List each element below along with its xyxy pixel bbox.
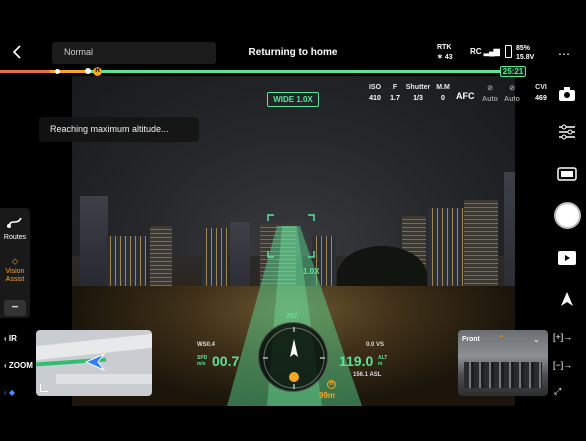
flight-mode-selector[interactable]: Normal [52, 42, 216, 64]
battery-icon [505, 45, 512, 58]
vision-assist-label-line2: Assist [5, 276, 25, 283]
compass-icon [263, 327, 325, 389]
zoom-out-icon[interactable]: [−]→ [553, 360, 572, 370]
aperture-value: 1.7 [390, 95, 400, 102]
focus-mode[interactable]: AFC [456, 91, 475, 101]
aperture-slash-icon: ⊘ [487, 85, 493, 92]
iso-param: ISO 410 [366, 84, 384, 102]
altitude-warning-toast: Reaching maximum altitude... [39, 117, 199, 142]
mini-map[interactable] [36, 330, 152, 396]
aperture-label: F [392, 84, 398, 91]
playback-icon[interactable] [555, 246, 579, 270]
collapse-view-icon[interactable]: ⌄ [533, 335, 540, 344]
speed-unit: m/s [197, 361, 206, 367]
rc-signal[interactable]: RC ▂▄▆ [470, 47, 500, 56]
rtk-label: RTK [437, 44, 452, 51]
auto-label-2: Auto [504, 96, 520, 103]
attitude-indicator [258, 322, 328, 392]
auto-setting-2[interactable]: ⊘ Auto [502, 84, 522, 103]
flight-direction-icon[interactable] [555, 288, 579, 312]
home-point-marker: H [93, 67, 102, 76]
more-tools-button[interactable]: ••• [4, 300, 26, 316]
more-menu-icon[interactable]: ⋯ [558, 47, 571, 61]
zoom-distance-marker: 1.0X [303, 267, 320, 276]
map-expand-icon[interactable] [40, 384, 48, 392]
flight-timer: 25:21 [500, 66, 526, 77]
rtk-status[interactable]: RTK ✶ 43 [437, 43, 453, 63]
heading-value: 257 [286, 313, 298, 320]
zoom-chevron-icon: ‹ [4, 361, 7, 370]
cvi-label: CVI [535, 84, 547, 91]
vision-assist-icon: ⬦ [11, 256, 19, 266]
battery-percent: 85% [516, 45, 531, 52]
routes-button[interactable]: Routes [2, 214, 28, 241]
battery-voltage: 15.8V [516, 54, 535, 61]
rtk-value: 43 [444, 54, 453, 61]
altitude-value: 119.0 [339, 353, 374, 369]
signal-bars-icon: ▂▄▆ [483, 47, 500, 56]
lens-zoom-tag[interactable]: WIDE 1.0X [267, 92, 319, 107]
ir-chevron-icon: ‹ [4, 334, 7, 343]
altitude-unit: m [378, 361, 383, 367]
back-arrow-icon[interactable] [10, 44, 24, 60]
home-distance: 99m [319, 391, 336, 400]
auto-setting-1[interactable]: ⊘ Auto [480, 84, 500, 103]
shutter-label: Shutter [405, 84, 431, 91]
zoom-label: ZOOM [8, 361, 33, 370]
vision-assist-button[interactable]: ⬦ Vision Assist [2, 256, 28, 283]
collapse-icon[interactable]: ⤢ [554, 386, 561, 397]
wb-slash-icon: ⊘ [509, 85, 515, 92]
obstacle-warning-icon: ⌃ [498, 334, 505, 343]
progress-marker [55, 69, 60, 74]
photo-format-icon[interactable] [555, 162, 579, 186]
flight-status: Returning to home [248, 47, 338, 58]
speed-value: 00.7 [212, 353, 240, 369]
shutter-value: 1/3 [413, 95, 423, 102]
top-bar: Normal Returning to home RTK ✶ 43 RC ▂▄▆… [0, 0, 586, 70]
altitude-label: ALT m [378, 355, 387, 367]
zoom-in-icon[interactable]: [+]→ [553, 332, 572, 342]
shutter-param: Shutter 1/3 [404, 84, 432, 102]
shutter-button[interactable] [554, 202, 581, 229]
ir-toggle[interactable]: ‹ IR [4, 334, 17, 343]
mm-value: 0 [441, 95, 445, 102]
routes-label: Routes [3, 234, 27, 241]
wind-speed: WS0.4 [197, 342, 216, 348]
map-road [56, 374, 152, 384]
front-obstacle-view[interactable]: Front ⌃ ⌄ [458, 330, 548, 396]
route-progress-remaining [90, 70, 500, 73]
front-view-city [464, 362, 542, 388]
location-toggle-icon[interactable]: ‹ ◆ [4, 388, 15, 397]
mm-param: M.M 0 [434, 84, 452, 102]
cvi-param[interactable]: CVI 469 [530, 84, 552, 102]
iso-value: 410 [369, 95, 381, 102]
battery-status[interactable]: 85% 15.8V [516, 44, 534, 62]
routes-icon [7, 217, 22, 228]
speed-label: SPD m/s [197, 355, 207, 367]
zoom-toggle[interactable]: ‹ ZOOM [4, 361, 33, 370]
mm-label: M.M [436, 84, 450, 91]
settings-sliders-icon[interactable] [555, 120, 579, 144]
progress-marker [85, 68, 91, 74]
front-view-label: Front [462, 336, 480, 343]
rc-label: RC [470, 47, 482, 56]
aircraft-position-icon [84, 352, 106, 372]
home-point-icon: H [327, 380, 336, 389]
route-progress-elapsed [0, 70, 50, 73]
camera-mode-icon[interactable] [555, 82, 579, 106]
aperture-param: F 1.7 [388, 84, 402, 102]
vertical-speed: 0.0 VS [366, 342, 385, 348]
auto-label-1: Auto [482, 96, 498, 103]
altitude-asl: 156.1 ASL [353, 372, 382, 378]
iso-label: ISO [368, 84, 382, 91]
vision-assist-label-line1: Vision [5, 268, 25, 275]
ir-label: IR [8, 334, 17, 343]
satellite-icon: ✶ [437, 54, 443, 61]
vision-assist-label: Vision Assist [2, 268, 28, 284]
camera-parameters[interactable]: ISO 410 F 1.7 Shutter 1/3 M.M 0 AFC ⊘ Au… [358, 84, 520, 114]
cvi-value: 469 [535, 95, 547, 102]
